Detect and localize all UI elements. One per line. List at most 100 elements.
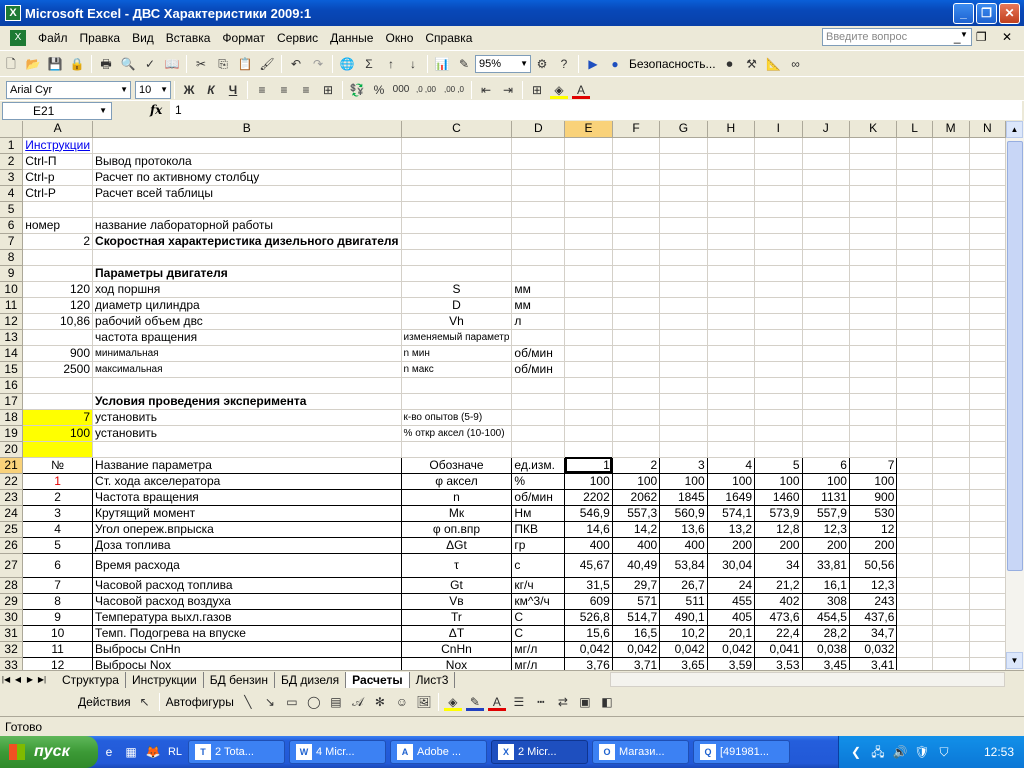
cell-E20[interactable] (564, 441, 613, 458)
cell-C12[interactable]: Vh (401, 313, 513, 330)
cell-G1[interactable] (659, 137, 708, 154)
cell-I10[interactable] (754, 281, 803, 298)
cell-I7[interactable] (754, 233, 803, 250)
cell-F19[interactable] (612, 425, 661, 442)
hyperlink-icon[interactable]: 🌐 (338, 55, 356, 73)
cell-B22[interactable]: Ст. хода акселератора (92, 472, 402, 490)
cell-I26[interactable]: 200 (754, 536, 803, 554)
cell-J4[interactable] (802, 185, 850, 202)
row-header[interactable]: 20 (0, 441, 24, 458)
cell-F27[interactable]: 40,49 (611, 552, 661, 578)
cell-K24[interactable]: 530 (848, 504, 898, 522)
cell-H11[interactable] (707, 297, 756, 314)
cell-E1[interactable] (564, 137, 613, 154)
cell-J19[interactable] (802, 425, 850, 442)
cell-G27[interactable]: 53,84 (659, 552, 708, 578)
horizontal-scrollbar[interactable] (610, 672, 1005, 687)
cell-K4[interactable] (849, 185, 898, 202)
cell-J16[interactable] (802, 377, 850, 394)
insert-function-icon[interactable]: fx (150, 103, 162, 117)
cell-M25[interactable] (932, 521, 970, 538)
cell-L33[interactable] (896, 657, 933, 670)
cell-F33[interactable]: 3,71 (611, 656, 661, 670)
cell-C11[interactable]: D (401, 297, 513, 314)
cell-F20[interactable] (612, 441, 661, 458)
design-mode-icon[interactable]: 📐 (765, 55, 783, 73)
cell-M11[interactable] (932, 297, 970, 314)
taskbar-button[interactable]: W 4 Micr... (289, 740, 386, 764)
cell-J15[interactable] (802, 361, 850, 378)
cell-B13[interactable]: частота вращения (92, 329, 402, 346)
cell-A20[interactable] (22, 441, 94, 458)
cell-L6[interactable] (896, 217, 933, 234)
cell-C7[interactable] (401, 233, 513, 250)
cell-C19[interactable]: % откр аксел (10-100) (401, 425, 513, 442)
cell-I8[interactable] (754, 249, 803, 266)
cell-I9[interactable] (754, 265, 803, 282)
cell-E13[interactable] (564, 329, 613, 346)
autosum-icon[interactable]: Σ (360, 55, 378, 73)
cell-N7[interactable] (969, 233, 1006, 250)
cell-L9[interactable] (896, 265, 933, 282)
cell-N15[interactable] (969, 361, 1006, 378)
row-header[interactable]: 25 (0, 521, 24, 538)
cell-C33[interactable]: Nox (400, 656, 513, 670)
cell-C15[interactable]: n макс (401, 361, 513, 378)
cell-H1[interactable] (707, 137, 756, 154)
cell-I23[interactable]: 1460 (754, 488, 803, 506)
menu-item[interactable]: Вид (126, 28, 160, 48)
cell-C23[interactable]: n (400, 488, 513, 506)
align-left-icon[interactable]: ≡ (253, 81, 271, 99)
cell-M23[interactable] (932, 489, 970, 506)
row-header[interactable]: 33 (0, 657, 24, 670)
cell-B6[interactable]: название лабораторной работы (92, 217, 402, 234)
cell-D24[interactable]: Нм (511, 504, 566, 522)
cell-A31[interactable]: 10 (22, 624, 94, 642)
security-button[interactable]: Безопасность... (629, 57, 716, 71)
cell-F6[interactable] (612, 217, 661, 234)
cell-K26[interactable]: 200 (848, 536, 898, 554)
zoom-select[interactable]: 95% ▼ (475, 54, 531, 73)
cell-I18[interactable] (754, 409, 803, 426)
cell-D5[interactable] (511, 201, 566, 218)
picture-icon[interactable]: 🖼 (415, 693, 433, 711)
row-header[interactable]: 17 (0, 393, 24, 410)
cell-L26[interactable] (896, 537, 933, 554)
cell-F14[interactable] (612, 345, 661, 362)
cell-L13[interactable] (896, 329, 933, 346)
network-icon[interactable]: 🖧 (869, 743, 887, 761)
cell-L16[interactable] (896, 377, 933, 394)
cell-D21[interactable]: ед.изм. (511, 456, 566, 474)
row-header[interactable]: 2 (0, 153, 24, 170)
cell-A17[interactable] (22, 393, 94, 410)
cell-I31[interactable]: 22,4 (754, 624, 803, 642)
row-header[interactable]: 8 (0, 249, 24, 266)
increase-decimal-button[interactable]: ,0 ,00 (414, 81, 438, 99)
cell-L11[interactable] (896, 297, 933, 314)
italic-button[interactable]: К (202, 81, 220, 99)
column-header[interactable]: L (896, 121, 933, 138)
copy-icon[interactable]: ⎘ (214, 55, 232, 73)
row-header[interactable]: 9 (0, 265, 24, 282)
cell-E15[interactable] (564, 361, 613, 378)
sheet-tab[interactable]: БД бензин (204, 671, 275, 688)
cell-N3[interactable] (969, 169, 1006, 186)
cell-L5[interactable] (896, 201, 933, 218)
textbox-icon[interactable]: ▤ (327, 693, 345, 711)
cell-N6[interactable] (969, 217, 1006, 234)
row-header[interactable]: 27 (0, 553, 24, 578)
cell-D32[interactable]: мг/л (511, 640, 566, 658)
cell-D30[interactable]: C (511, 608, 566, 626)
cell-H19[interactable] (707, 425, 756, 442)
cell-G14[interactable] (659, 345, 708, 362)
cell-B19[interactable]: установить (92, 425, 402, 442)
cell-C22[interactable]: φ аксел (400, 472, 513, 490)
3d-icon[interactable]: ◧ (598, 693, 616, 711)
row-header[interactable]: 24 (0, 505, 24, 522)
minimize-button[interactable]: _ (953, 2, 974, 24)
taskbar-button[interactable]: O Магази... (592, 740, 689, 764)
cell-C10[interactable]: S (401, 281, 513, 298)
cell-I28[interactable]: 21,2 (754, 576, 803, 594)
cell-I24[interactable]: 573,9 (754, 504, 803, 522)
cell-C24[interactable]: Мк (400, 504, 513, 522)
